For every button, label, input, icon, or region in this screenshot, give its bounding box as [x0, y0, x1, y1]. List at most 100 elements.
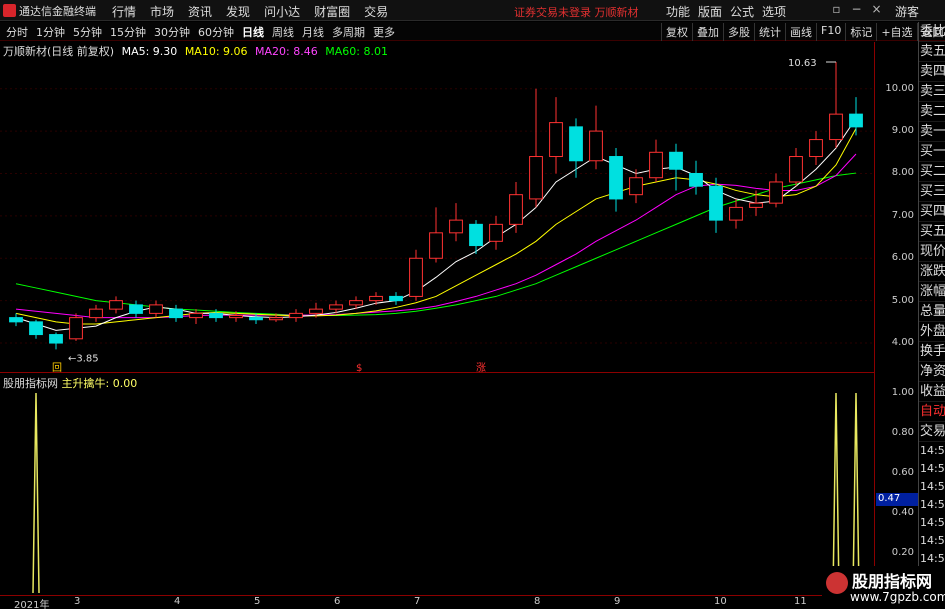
- price-tick-label: 6.00: [891, 252, 914, 264]
- indicator-tick-label: 0.20: [891, 547, 914, 558]
- tick-time: 14:56: [920, 444, 945, 457]
- menu-item-options[interactable]: 选项: [762, 3, 786, 20]
- period-tab-multi[interactable]: 多周期: [332, 24, 365, 40]
- period-tab-15min[interactable]: 15分钟: [110, 24, 146, 40]
- candle-body: [549, 122, 563, 158]
- candle-body: [9, 317, 23, 323]
- signal-spike: [32, 392, 40, 594]
- restore-icon[interactable]: ▫: [830, 2, 843, 16]
- quote-ask2-label[interactable]: 卖二: [919, 102, 945, 122]
- candle-body: [369, 295, 383, 302]
- period-tab-30min[interactable]: 30分钟: [154, 24, 190, 40]
- ma60-label: MA60: 8.01: [325, 45, 388, 58]
- stock-name-label: 万顺新材(日线 前复权): [3, 45, 115, 58]
- guest-user[interactable]: 游客: [895, 3, 919, 20]
- candle-body: [389, 295, 403, 302]
- quote-turnover-label[interactable]: 换手: [919, 342, 945, 362]
- candle-body: [109, 300, 123, 310]
- tool-stats-button[interactable]: 统计: [754, 23, 785, 41]
- candle-body: [89, 308, 103, 319]
- minimize-icon[interactable]: −: [850, 2, 863, 16]
- tool-watchlist-button[interactable]: +自选: [876, 23, 916, 41]
- candle-body: [409, 257, 423, 297]
- app-title: 通达信金融终端: [19, 5, 96, 18]
- period-tabs: 分时 1分钟 5分钟 15分钟 30分钟 60分钟 日线 周线 月线 多周期 更…: [6, 24, 395, 40]
- tool-draw-button[interactable]: 画线: [785, 23, 816, 41]
- kline-chart[interactable]: 10.63 ←3.85 $ 涨 回 万顺新材(日线 前复权) MA5: 9.30 MA1…: [0, 42, 875, 374]
- candle-body: [749, 202, 763, 208]
- tool-mark-button[interactable]: 标记: [845, 23, 876, 41]
- quote-bid2-label[interactable]: 买二: [919, 162, 945, 182]
- candle-body: [609, 156, 623, 200]
- quote-ask3-label[interactable]: 卖三: [919, 82, 945, 102]
- quote-bid5-label[interactable]: 买五: [919, 222, 945, 242]
- menu-item-formula[interactable]: 公式: [730, 3, 754, 20]
- quote-outer-volume-label[interactable]: 外盘: [919, 322, 945, 342]
- auto-tab[interactable]: 自动: [919, 402, 945, 422]
- menu-item-wealth[interactable]: 财富圈: [314, 3, 350, 20]
- kline-svg: 10.63 ←3.85 $ 涨 回: [0, 58, 875, 374]
- quote-change-pct-label[interactable]: 涨幅: [919, 282, 945, 302]
- candle-body: [469, 223, 483, 247]
- watermark-url: www.7gpzb.com: [850, 590, 945, 604]
- login-notice[interactable]: 证券交易未登录 万顺新材: [514, 4, 639, 20]
- tool-adjust-button[interactable]: 复权: [661, 23, 692, 41]
- watermark: 股朋指标网 www.7gpzb.com: [822, 566, 945, 609]
- ma5-label: MA5: 9.30: [121, 45, 178, 58]
- indicator-tick-label: 1.00: [891, 387, 914, 398]
- candle-body: [209, 312, 223, 319]
- tool-overlay-button[interactable]: 叠加: [692, 23, 723, 41]
- quote-bid4-label[interactable]: 买四: [919, 202, 945, 222]
- quote-last-price-label[interactable]: 现价: [919, 242, 945, 262]
- tool-f10-button[interactable]: F10: [816, 23, 845, 41]
- quote-bid3-label[interactable]: 买三: [919, 182, 945, 202]
- candle-body: [669, 151, 683, 170]
- period-tab-timeshare[interactable]: 分时: [6, 24, 28, 40]
- period-tab-daily[interactable]: 日线: [242, 24, 264, 40]
- menu-item-layout[interactable]: 版面: [698, 3, 722, 20]
- close-icon[interactable]: ×: [870, 2, 883, 16]
- menu-item-market[interactable]: 市场: [150, 3, 174, 20]
- date-tick-label: 7: [414, 596, 421, 607]
- chart-tools: 复权 叠加 多股 统计 画线 F10 标记 +自选 返回: [661, 23, 945, 41]
- date-tick-label: 8: [534, 596, 541, 607]
- period-tab-more[interactable]: 更多: [373, 24, 395, 40]
- quote-ask1-label[interactable]: 卖一: [919, 122, 945, 142]
- candle-body: [129, 304, 143, 314]
- quote-ask4-label[interactable]: 卖四: [919, 62, 945, 82]
- quote-committee-ratio-label[interactable]: 委比: [919, 22, 945, 42]
- quote-earnings-label[interactable]: 收益: [919, 382, 945, 402]
- menu-item-ask[interactable]: 问小达: [264, 3, 300, 20]
- rise-marker: 涨: [476, 362, 486, 372]
- date-tick-label: 3: [74, 596, 81, 607]
- quote-bid1-label[interactable]: 买一: [919, 142, 945, 162]
- candle-body: [809, 139, 823, 158]
- candle-body: [829, 113, 843, 141]
- period-tab-weekly[interactable]: 周线: [272, 24, 294, 40]
- price-tick-label: 8.00: [891, 167, 914, 179]
- quote-ask5-label[interactable]: 卖五: [919, 42, 945, 62]
- indicator-chart[interactable]: 股朋指标网 主升擒牛: 0.00: [0, 373, 875, 595]
- candle-body: [149, 304, 163, 314]
- period-tab-60min[interactable]: 60分钟: [198, 24, 234, 40]
- indicator-svg: [32, 392, 860, 594]
- period-tab-5min[interactable]: 5分钟: [73, 24, 102, 40]
- trade-tab[interactable]: 交易: [919, 422, 945, 442]
- indicator-current-badge: 0.47: [876, 493, 918, 506]
- quote-net-assets-label[interactable]: 净资: [919, 362, 945, 382]
- candle-body: [789, 156, 803, 183]
- tool-multi-button[interactable]: 多股: [723, 23, 754, 41]
- candle-body: [649, 151, 663, 179]
- menu-item-discover[interactable]: 发现: [226, 3, 250, 20]
- menu-item-functions[interactable]: 功能: [666, 3, 690, 20]
- menu-item-news[interactable]: 资讯: [188, 3, 212, 20]
- menu-item-quotes[interactable]: 行情: [112, 3, 136, 20]
- tick-time: 14:56: [920, 534, 945, 547]
- quote-panel: 委比 卖五 卖四 卖三 卖二 卖一 买一 买二 买三 买四 买五 现价 涨跌 涨幅 总量 外盘 换手 净资 收益 自动…: [918, 22, 945, 609]
- quote-volume-label[interactable]: 总量: [919, 302, 945, 322]
- period-tab-1min[interactable]: 1分钟: [36, 24, 65, 40]
- period-tab-monthly[interactable]: 月线: [302, 24, 324, 40]
- candle-body: [769, 181, 783, 204]
- quote-change-label[interactable]: 涨跌: [919, 262, 945, 282]
- menu-item-trade[interactable]: 交易: [364, 3, 388, 20]
